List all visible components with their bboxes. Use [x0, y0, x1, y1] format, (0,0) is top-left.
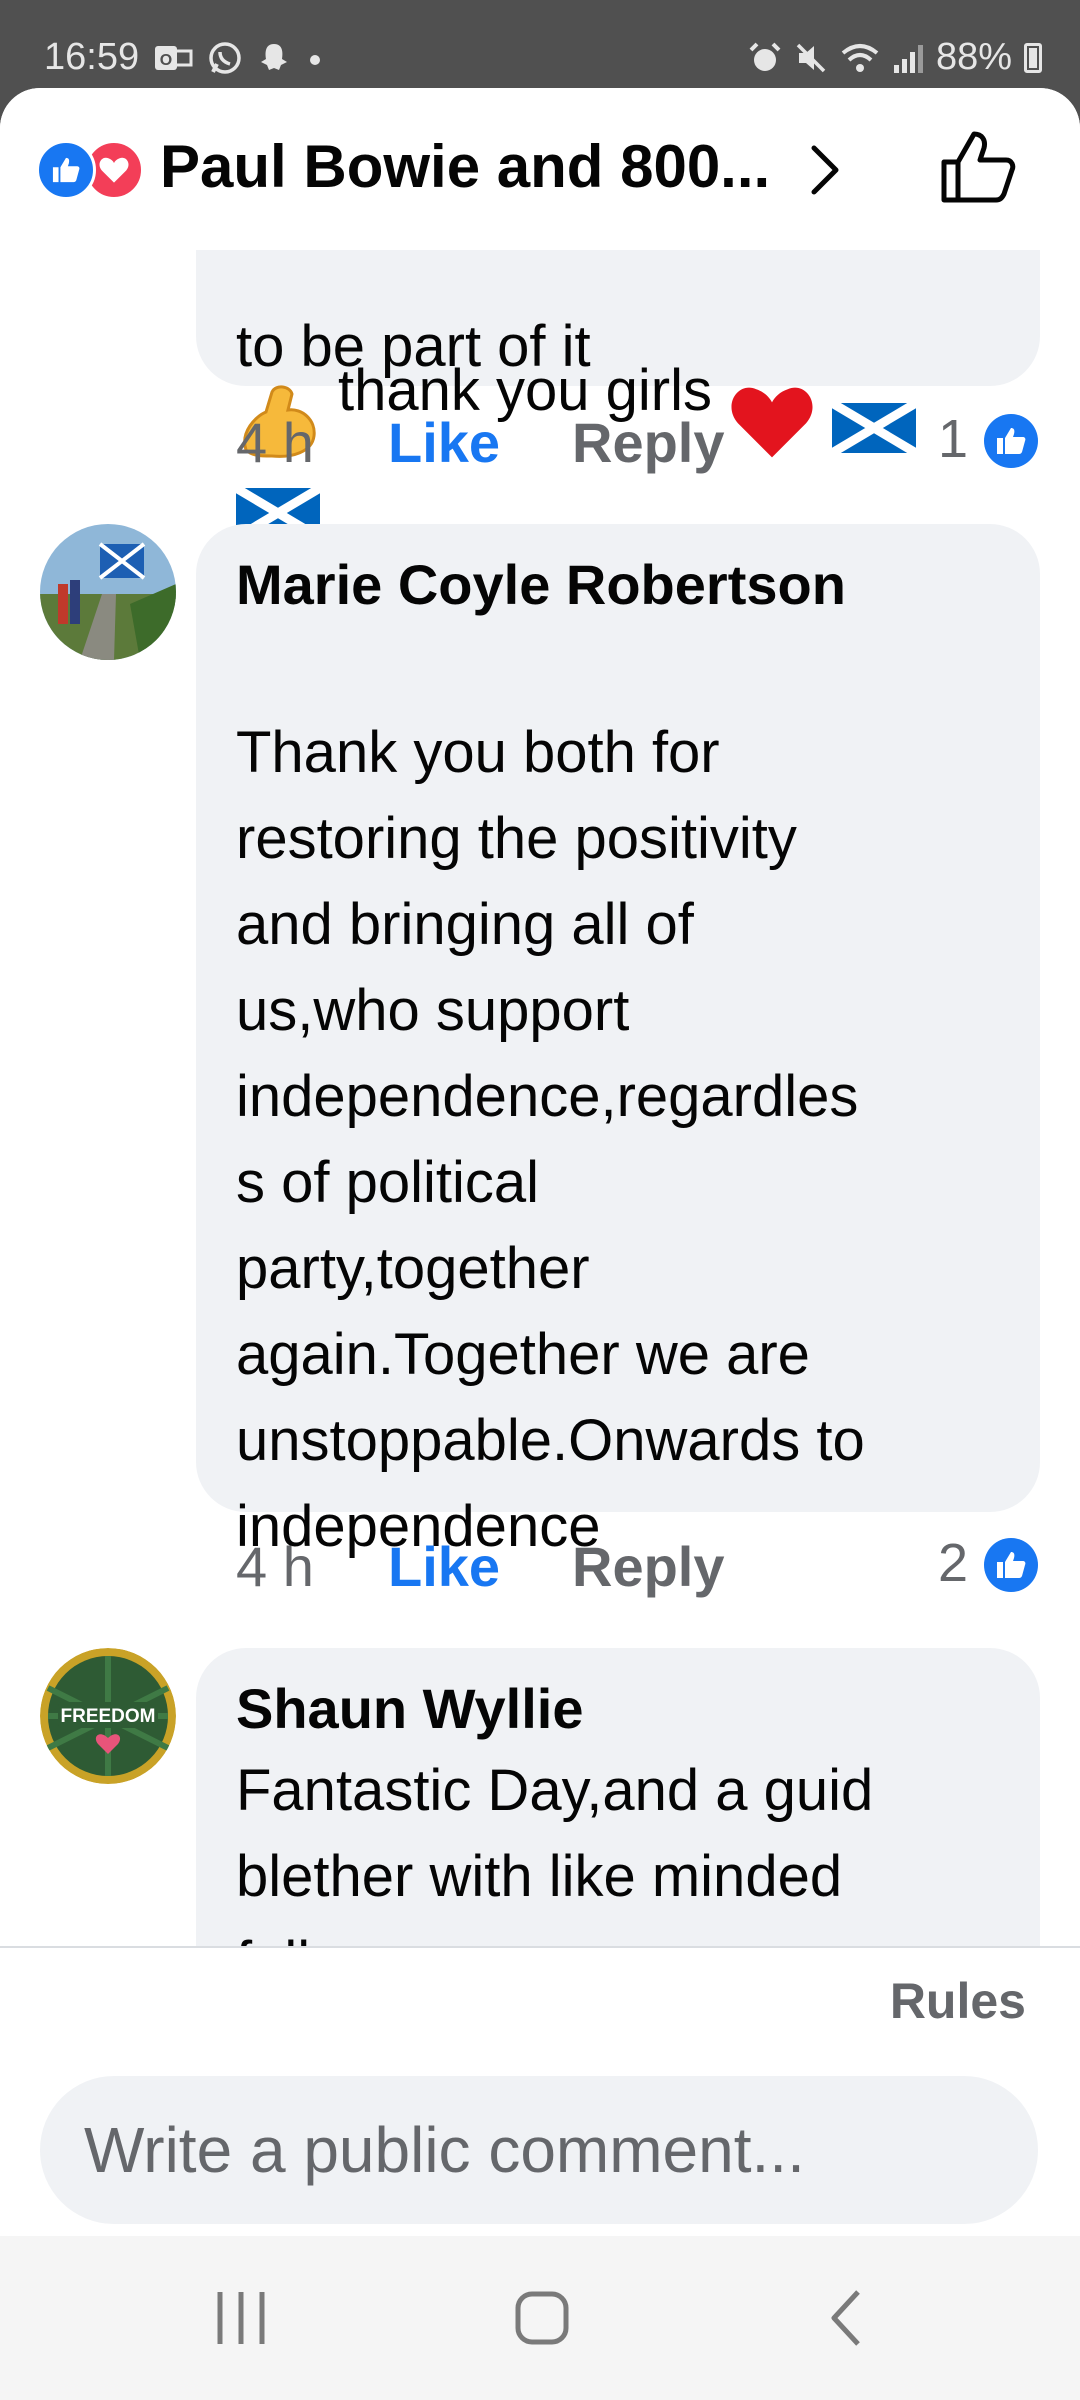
like-button[interactable]: Like — [388, 410, 500, 475]
outlook-icon: O — [155, 45, 193, 70]
battery-icon — [1024, 42, 1042, 73]
chevron-right-icon[interactable] — [806, 142, 846, 203]
heart-icon — [730, 298, 814, 484]
home-icon[interactable] — [514, 2290, 570, 2351]
like-reaction-icon — [36, 140, 96, 200]
status-time: 16:59 — [44, 36, 140, 78]
comment-author[interactable]: Marie Coyle Robertson — [236, 550, 996, 620]
reply-button[interactable]: Reply — [572, 1534, 725, 1599]
comment-text: Fantastic Day,and a guid blether with li… — [236, 1758, 874, 1946]
comments-sheet: to be part of it thank you girls 4 h Lik… — [0, 88, 1080, 2236]
snapchat-icon — [261, 43, 288, 70]
rules-link[interactable]: Rules — [890, 1972, 1026, 2030]
signal-icon — [893, 44, 923, 73]
comment-bubble[interactable]: Shaun Wyllie Fantastic Day,and a guid bl… — [196, 1648, 1040, 1946]
system-nav-bar — [0, 2236, 1080, 2400]
reactions-title[interactable]: Paul Bowie and 800... — [160, 132, 770, 201]
avatar-logo-text: FREEDOM — [61, 1706, 156, 1727]
thumbs-up-icon[interactable] — [940, 130, 1016, 209]
back-icon[interactable] — [826, 2290, 866, 2351]
comment-time: 4 h — [236, 1535, 314, 1598]
recent-apps-icon[interactable] — [214, 2290, 268, 2351]
comment-bubble[interactable]: Marie Coyle Robertson Thank you both for… — [196, 524, 1040, 1722]
like-reaction-icon[interactable] — [984, 1538, 1038, 1592]
reaction-summary[interactable] — [36, 140, 148, 200]
reaction-count: 2 — [938, 1533, 969, 1593]
avatar[interactable]: FREEDOM — [40, 1648, 176, 1784]
whatsapp-icon — [209, 41, 241, 74]
like-reaction-icon[interactable] — [984, 414, 1038, 468]
mute-icon — [796, 43, 826, 72]
comments-list[interactable]: to be part of it thank you girls 4 h Lik… — [0, 88, 1080, 1946]
comment-composer: Rules — [0, 1946, 1080, 2236]
comment-time: 4 h — [236, 411, 314, 474]
status-left: 16:59 O — [44, 36, 325, 79]
scotland-flag-icon — [829, 305, 919, 477]
status-right: 88% — [748, 36, 1042, 79]
wifi-icon — [841, 43, 879, 72]
reaction-count: 1 — [938, 409, 969, 469]
dot-icon — [310, 54, 321, 65]
battery-percent: 88% — [935, 36, 1012, 78]
reply-button[interactable]: Reply — [572, 410, 725, 475]
alarm-icon — [749, 42, 781, 71]
comment-input[interactable] — [40, 2076, 1038, 2224]
like-button[interactable]: Like — [388, 1534, 500, 1599]
comment-author[interactable]: Shaun Wyllie — [236, 1674, 996, 1744]
svg-text:O: O — [160, 52, 172, 69]
sheet-header: Paul Bowie and 800... — [0, 88, 1080, 250]
avatar[interactable] — [40, 524, 176, 660]
status-bar: 16:59 O 88% — [0, 0, 1080, 88]
